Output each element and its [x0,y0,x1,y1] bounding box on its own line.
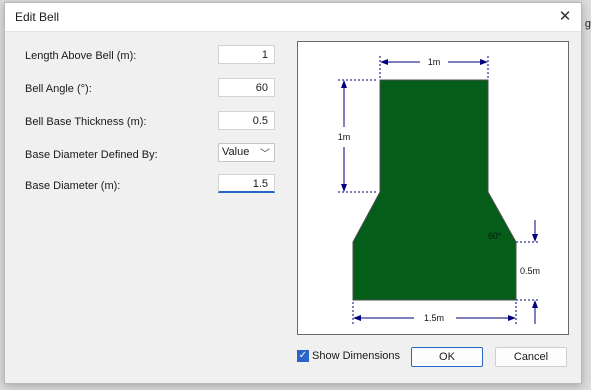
edit-bell-dialog: Edit Bell ✕ Length Above Bell (m): 1 Bel… [4,2,582,384]
base-diameter-input[interactable]: 1.5 [218,174,275,193]
show-dimensions-label[interactable]: Show Dimensions [312,350,400,362]
ok-button[interactable]: OK [411,347,483,367]
bell-angle-input[interactable]: 60 [218,78,275,97]
shaft-height-label: 1m [338,132,351,142]
title-bar: Edit Bell ✕ [5,3,581,32]
select-value: Value [222,146,250,158]
cancel-button[interactable]: Cancel [495,347,567,367]
length-above-bell-label: Length Above Bell (m): [25,50,137,62]
base-diameter-defined-by-select[interactable]: Value ﹀ [218,143,275,162]
bell-angle-label: Bell Angle (°): [25,83,92,95]
base-width-label: 1.5m [424,313,444,323]
show-dimensions-checkbox[interactable]: ✓ [297,350,309,362]
close-icon[interactable]: ✕ [555,7,575,27]
dialog-title: Edit Bell [15,10,60,24]
bell-base-thickness-label: Bell Base Thickness (m): [25,116,147,128]
bell-diagram: 1m 1m 60° 0.5m 1.5m [297,41,569,335]
base-diameter-label: Base Diameter (m): [25,180,121,192]
chevron-down-icon: ﹀ [260,149,270,160]
base-diameter-defined-by-label: Base Diameter Defined By: [25,149,158,161]
top-width-label: 1m [428,57,441,67]
bell-diagram-svg: 1m 1m 60° 0.5m 1.5m [338,56,540,324]
bell-base-thickness-input[interactable]: 0.5 [218,111,275,130]
angle-label: 60° [488,231,502,241]
bell-shape [352,79,517,301]
length-above-bell-input[interactable]: 1 [218,45,275,64]
background-text: g [584,18,591,30]
base-thickness-label: 0.5m [520,266,540,276]
